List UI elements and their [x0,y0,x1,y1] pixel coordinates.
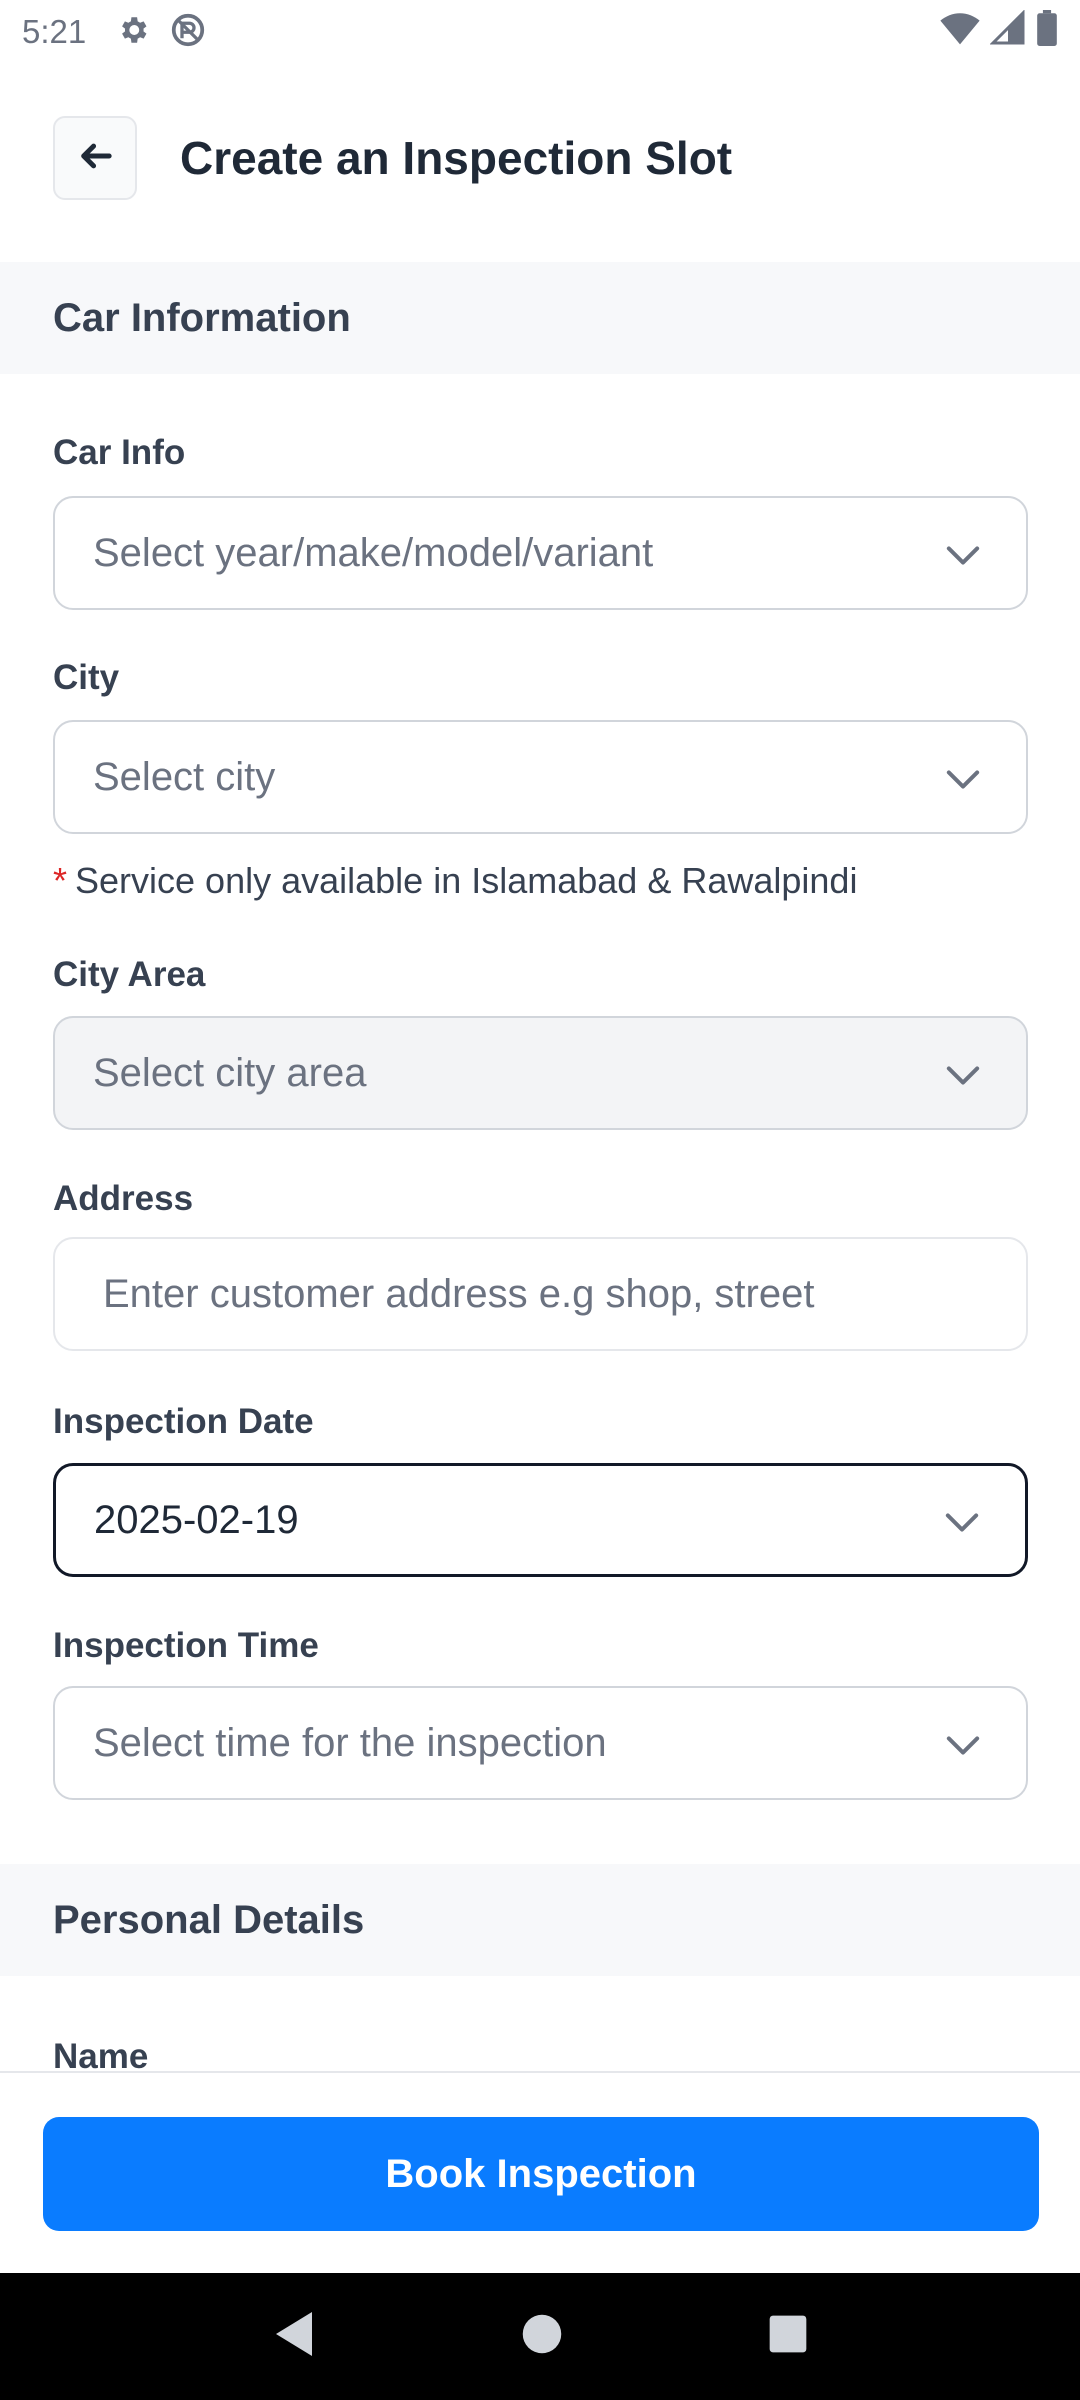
status-time: 5:21 [22,13,87,50]
battery-icon [1036,10,1058,51]
address-input[interactable] [53,1237,1028,1351]
arrow-left-icon [78,141,112,176]
city-area-placeholder: Select city area [93,1050,367,1095]
car-info-placeholder: Select year/make/model/variant [93,530,654,575]
city-placeholder: Select city [93,754,276,799]
home-circle-icon[interactable] [521,2313,563,2360]
back-button[interactable] [53,116,137,200]
chevron-down-icon [946,1721,980,1766]
recents-square-icon[interactable] [768,2314,808,2359]
chevron-down-icon [945,1498,979,1543]
inspection-time-placeholder: Select time for the inspection [93,1720,607,1765]
inspection-date-label: Inspection Date [53,1402,314,1441]
inspection-date-value: 2025-02-19 [94,1497,299,1542]
city-service-note: * Service only available in Islamabad & R… [53,860,857,902]
city-note-text: Service only available in Islamabad & Ra… [75,860,858,901]
address-label: Address [53,1179,194,1218]
city-label: City [53,658,120,697]
status-bar: 5:21 [0,0,1080,64]
system-nav-bar [0,2273,1080,2400]
inspection-time-label: Inspection Time [53,1626,319,1665]
city-select[interactable]: Select city [53,720,1028,834]
chevron-down-icon [946,1051,980,1096]
gear-icon [116,13,150,52]
inspection-time-select[interactable]: Select time for the inspection [53,1686,1028,1800]
section-car-information: Car Information [0,262,1080,374]
wifi-icon [940,10,980,51]
city-area-label: City Area [53,955,206,994]
book-inspection-button[interactable]: Book Inspection [43,2117,1039,2231]
required-star: * [53,860,68,901]
chevron-down-icon [946,531,980,576]
chevron-down-icon [946,755,980,800]
city-area-select[interactable]: Select city area [53,1016,1028,1130]
page-title: Create an Inspection Slot [180,132,733,184]
no-sync-icon [170,12,206,53]
inspection-date-select[interactable]: 2025-02-19 [53,1463,1028,1577]
section-personal-details: Personal Details [0,1864,1080,1976]
signal-icon [989,9,1026,51]
car-info-select[interactable]: Select year/make/model/variant [53,496,1028,610]
back-triangle-icon[interactable] [272,2310,316,2363]
header: Create an Inspection Slot [0,96,1080,220]
car-info-label: Car Info [53,433,186,472]
